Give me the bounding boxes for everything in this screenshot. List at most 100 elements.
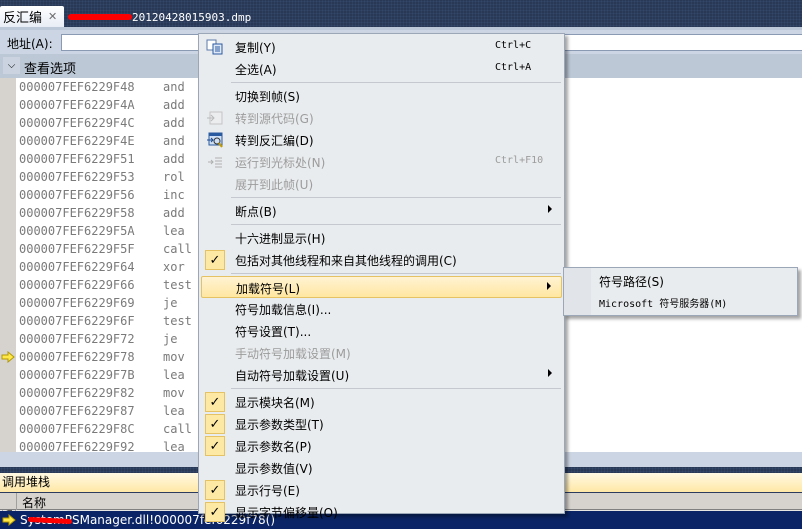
menu-item-shortcut: Ctrl+C [495,40,532,51]
disassembly-line[interactable]: 000007FEF6229F82 mov [19,384,192,402]
column-header-name[interactable]: 名称 [22,494,46,511]
copy-icon [206,39,223,55]
tab-dump-file[interactable]: 20120428015903.dmp [68,8,251,26]
menu-separator [231,224,561,225]
disassembly-line[interactable]: 000007FEF6229F6F test [19,312,192,330]
menu-item[interactable]: ✓ 显示参数类型(T) [201,413,562,435]
menu-item[interactable]: 显示参数值(V) [201,457,562,479]
menu-item[interactable]: 断点(B) [201,200,562,222]
menu-item-label: 切换到帧(S) [235,90,300,104]
menu-item-label: 十六进制显示(H) [235,232,326,246]
disassembly-line[interactable]: 000007FEF6229F51 add [19,150,192,168]
instruction-address: 000007FEF6229F4A [19,98,135,112]
checkmark-icon: ✓ [205,392,225,412]
disassembly-line[interactable]: 000007FEF6229F69 je [19,294,192,312]
menu-item[interactable]: 符号设置(T)... [201,320,562,342]
instruction-mnemonic: lea [163,224,185,238]
menu-item-label: 转到反汇编(D) [235,134,314,148]
run-to-cursor-icon [208,157,222,168]
menu-item[interactable]: 自动符号加载设置(U) [201,364,562,386]
menu-item[interactable]: ✓ 显示行号(E) [201,479,562,501]
disassembly-line[interactable]: 000007FEF6229F5F call [19,240,192,258]
menu-item[interactable]: 十六进制显示(H) [201,227,562,249]
disassembly-line[interactable]: 000007FEF6229F4E and [19,132,192,150]
instruction-mnemonic: mov [163,386,185,400]
menu-item-label: 加载符号(L) [236,282,301,296]
disassembly-line[interactable]: 000007FEF6229F78 mov [19,348,192,366]
menu-separator [231,82,561,83]
disassembly-line[interactable]: 000007FEF6229F7B lea [19,366,192,384]
disassembly-line[interactable]: 000007FEF6229F87 lea [19,402,192,420]
instruction-address: 000007FEF6229F64 [19,260,135,274]
disassembly-line[interactable]: 000007FEF6229F5A lea [19,222,192,240]
menu-item-label: 显示字节偏移量(O) [235,506,338,520]
menu-item-label: 显示行号(E) [235,484,300,498]
instruction-pointer-arrow-icon [1,351,15,363]
menu-item[interactable]: 复制(Y) Ctrl+C [201,36,562,58]
close-icon[interactable]: ✕ [48,10,57,23]
menu-item[interactable]: 运行到光标处(N) Ctrl+F10 [201,151,562,173]
submenu-arrow-icon [548,205,552,213]
menu-item[interactable]: ✓ 显示模块名(M) [201,391,562,413]
instruction-mnemonic: test [163,314,192,328]
menu-item[interactable]: 转到源代码(G) [201,107,562,129]
menu-item-label: 展开到此帧(U) [235,178,314,192]
menu-item[interactable]: 符号加载信息(I)... [201,298,562,320]
menu-item-label: 复制(Y) [235,41,276,55]
instruction-address: 000007FEF6229F7B [19,368,135,382]
menu-item-microsoft-symbol-server[interactable]: Microsoft 符号服务器(M) [566,292,795,314]
disassembly-line[interactable]: 000007FEF6229F72 je [19,330,192,348]
instruction-mnemonic: call [163,242,192,256]
disassembly-line[interactable]: 000007FEF6229F8C call [19,420,192,438]
checkmark-icon: ✓ [205,436,225,456]
chevron-down-icon[interactable]: ⌵ [3,57,20,74]
document-tab-strip: 反汇编 ✕ 20120428015903.dmp [0,0,802,27]
menu-item[interactable]: ✓ 显示字节偏移量(O) [201,501,562,523]
instruction-address: 000007FEF6229F51 [19,152,135,166]
instruction-address: 000007FEF6229F72 [19,332,135,346]
menu-item-label: 符号设置(T)... [235,325,312,339]
menu-item[interactable]: 展开到此帧(U) [201,173,562,195]
instruction-address: 000007FEF6229F69 [19,296,135,310]
checkmark-icon: ✓ [205,480,225,500]
disassembly-line[interactable]: 000007FEF6229F53 rol [19,168,192,186]
indicator-margin[interactable] [0,78,16,452]
instruction-mnemonic: add [163,116,185,130]
instruction-address: 000007FEF6229F48 [19,80,135,94]
instruction-mnemonic: and [163,134,185,148]
current-frame-arrow-icon [2,514,16,526]
instruction-mnemonic: xor [163,260,185,274]
disassembly-line[interactable]: 000007FEF6229F66 test [19,276,192,294]
menu-item[interactable]: 手动符号加载设置(M) [201,342,562,364]
menu-separator [231,388,561,389]
instruction-mnemonic: and [163,80,185,94]
disassembly-line[interactable]: 000007FEF6229F56 inc [19,186,192,204]
disassembly-line[interactable]: 000007FEF6229F58 add [19,204,192,222]
instruction-address: 000007FEF6229F87 [19,404,135,418]
menu-item[interactable]: 加载符号(L) [201,276,562,298]
instruction-mnemonic: add [163,98,185,112]
instruction-mnemonic: call [163,422,192,436]
instruction-address: 000007FEF6229F58 [19,206,135,220]
menu-item-label: 手动符号加载设置(M) [235,347,351,361]
menu-item[interactable]: 切换到帧(S) [201,85,562,107]
menu-item-label: 断点(B) [235,205,277,219]
menu-item[interactable]: 转到反汇编(D) [201,129,562,151]
tab-disassembly[interactable]: 反汇编 ✕ [0,6,64,27]
disassembly-line[interactable]: 000007FEF6229F48 and [19,78,192,96]
redaction-mark [68,14,132,20]
disassembly-line[interactable]: 000007FEF6229F4A add [19,96,192,114]
disassembly-line[interactable]: 000007FEF6229F4C add [19,114,192,132]
instruction-address: 000007FEF6229F92 [19,440,135,454]
menu-item-symbol-path[interactable]: 符号路径(S) [566,270,795,292]
disassembly-line[interactable]: 000007FEF6229F92 lea [19,438,192,456]
menu-item[interactable]: ✓ 显示参数名(P) [201,435,562,457]
submenu-arrow-icon [548,369,552,377]
instruction-mnemonic: lea [163,404,185,418]
menu-item[interactable]: ✓ 包括对其他线程和来自其他线程的调用(C) [201,249,562,271]
menu-item[interactable]: 全选(A) Ctrl+A [201,58,562,80]
instruction-mnemonic: add [163,206,185,220]
instruction-address: 000007FEF6229F66 [19,278,135,292]
view-options-label[interactable]: 查看选项 [24,58,76,77]
disassembly-line[interactable]: 000007FEF6229F64 xor [19,258,192,276]
